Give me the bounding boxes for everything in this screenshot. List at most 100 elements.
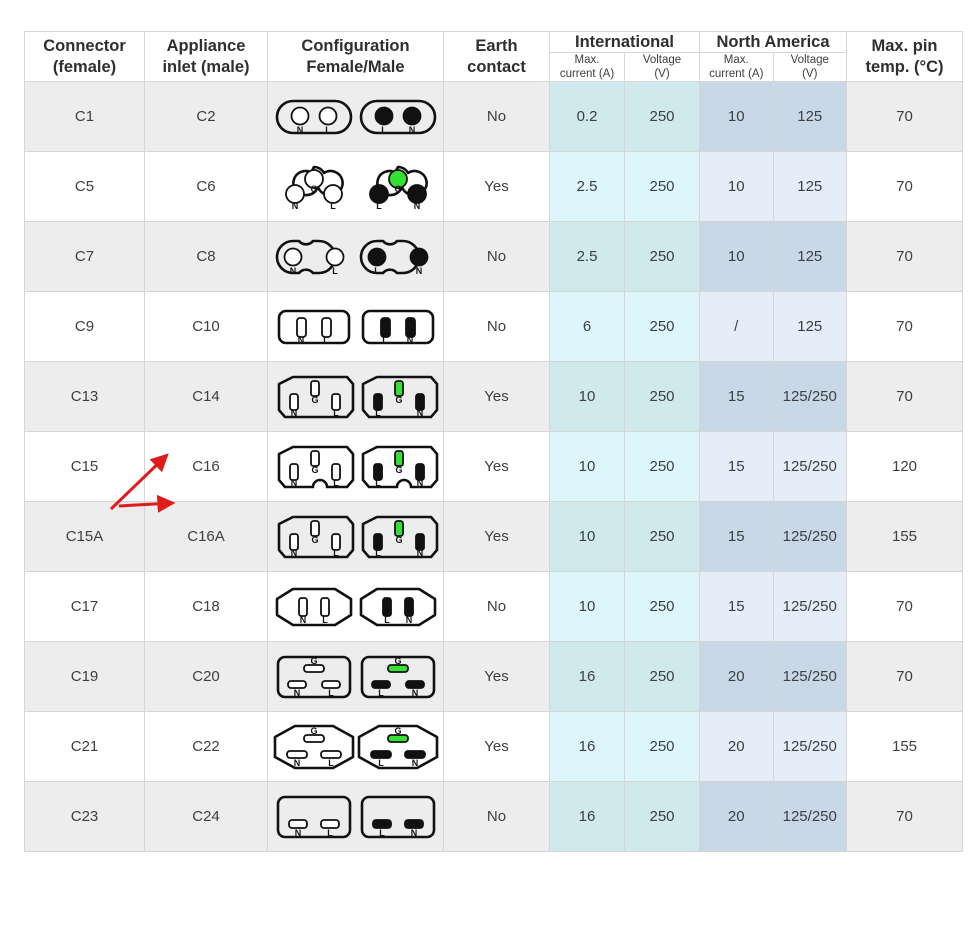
connector-glyph-male: G L N xyxy=(361,445,438,488)
col-header-earth-line2: contact xyxy=(467,57,526,76)
cell-earth-contact: No xyxy=(443,571,550,643)
intl-voltage-line2: (V) xyxy=(654,68,670,81)
cell-configuration: G N L G L N xyxy=(267,151,444,223)
svg-text:L: L xyxy=(333,478,339,488)
cell-na-voltage: 125 xyxy=(772,151,847,223)
cell-intl-voltage: 250 xyxy=(624,571,700,643)
na-max-current-line1: Max. xyxy=(723,54,749,67)
cell-connector: C17 xyxy=(24,571,145,643)
svg-text:N: N xyxy=(411,758,418,768)
cell-connector: C15 xyxy=(24,431,145,503)
cell-configuration: G N L G L N xyxy=(267,711,444,783)
cell-intl-max-current: 10 xyxy=(549,501,625,573)
svg-text:N: N xyxy=(416,548,423,558)
col-header-maxpin-line2: temp. (°C) xyxy=(865,57,944,76)
col-header-configuration-line1: Configuration xyxy=(301,37,410,56)
cell-intl-voltage: 250 xyxy=(624,641,700,713)
svg-text:L: L xyxy=(333,548,339,558)
na-max-current-line2: current (A) xyxy=(709,68,764,81)
table-row: C19 C20 G N L G L N Yes 16 250 20 125/250 70 xyxy=(24,641,963,713)
svg-text:N: N xyxy=(416,478,423,488)
cell-max-pin-temp: 70 xyxy=(846,781,963,853)
cell-na-max-current: 10 xyxy=(699,81,774,153)
intl-voltage-line1: Voltage xyxy=(642,54,682,67)
svg-text:L: L xyxy=(375,408,381,418)
svg-text:N: N xyxy=(408,125,415,135)
cell-configuration: NL LN xyxy=(267,781,444,853)
cell-intl-voltage: 250 xyxy=(624,781,700,853)
connector-glyph-male: G L N xyxy=(357,724,438,769)
svg-text:L: L xyxy=(379,828,385,838)
svg-text:N: N xyxy=(293,688,300,698)
svg-text:N: N xyxy=(299,615,306,625)
svg-text:G: G xyxy=(310,184,317,194)
svg-text:G: G xyxy=(311,395,318,405)
connector-glyph-male: G L N xyxy=(361,375,438,418)
svg-text:G: G xyxy=(310,656,317,666)
cell-intl-max-current: 2.5 xyxy=(549,221,625,293)
svg-text:G: G xyxy=(394,184,401,194)
col-header-earth-contact: Earth contact xyxy=(443,30,550,83)
svg-text:L: L xyxy=(375,478,381,488)
cell-configuration: G N L G L N xyxy=(267,431,444,503)
svg-text:L: L xyxy=(323,335,329,345)
col-header-configuration: Configuration Female/Male xyxy=(267,30,444,83)
cell-inlet: C24 xyxy=(144,781,268,853)
table-row: C15A C16A G N L G L N Yes 10 250 15 125/250 155 xyxy=(24,501,963,573)
cell-earth-contact: Yes xyxy=(443,501,550,573)
cell-configuration: N L LN xyxy=(267,81,444,153)
connector-glyph-female: NL xyxy=(277,309,350,345)
col-header-earth-line1: Earth xyxy=(475,37,518,56)
cell-na-max-current: 20 xyxy=(699,641,774,713)
cell-earth-contact: No xyxy=(443,291,550,363)
table-row: C23 C24 NL L N No 16 250 20 125/250 70 xyxy=(24,781,963,853)
connector-glyph-male: LN xyxy=(359,239,428,276)
connector-glyph-female: G N L xyxy=(276,655,351,698)
col-header-na-voltage: Voltage (V) xyxy=(772,52,847,83)
cell-connector: C5 xyxy=(24,151,145,223)
cell-inlet: C16A xyxy=(144,501,268,573)
col-header-intl-voltage: Voltage (V) xyxy=(624,52,700,83)
connector-glyph-male: LN xyxy=(361,309,434,345)
cell-inlet: C16 xyxy=(144,431,268,503)
cell-max-pin-temp: 155 xyxy=(846,711,963,783)
connector-glyph-male: LN xyxy=(359,99,436,135)
svg-text:G: G xyxy=(395,535,402,545)
cell-na-max-current: 15 xyxy=(699,501,774,573)
svg-text:L: L xyxy=(376,201,382,211)
svg-text:N: N xyxy=(405,615,412,625)
svg-text:L: L xyxy=(381,125,387,135)
cell-earth-contact: No xyxy=(443,81,550,153)
cell-configuration: NL LN xyxy=(267,291,444,363)
svg-text:N: N xyxy=(411,688,418,698)
svg-text:N: N xyxy=(416,408,423,418)
cell-na-max-current: 15 xyxy=(699,361,774,433)
table-row: C9 C10 NL L N No 6 250/125 70 xyxy=(24,291,963,363)
cell-intl-max-current: 6 xyxy=(549,291,625,363)
col-header-connector-line2: (female) xyxy=(52,57,117,76)
col-header-north-america: North America xyxy=(699,30,847,54)
cell-na-voltage: 125 xyxy=(772,221,847,293)
cell-intl-voltage: 250 xyxy=(624,291,700,363)
svg-text:N: N xyxy=(413,201,420,211)
header-row-1: Connector (female) Appliance inlet (male… xyxy=(24,30,963,83)
col-header-na-max-current: Max. current (A) xyxy=(699,52,774,83)
col-header-connector: Connector (female) xyxy=(24,30,145,83)
table-body: C1 C2 NL L N No 0.2 250 10 125 70 C5 C6 GNL G L N Yes… xyxy=(24,81,963,853)
svg-text:N: N xyxy=(297,335,304,345)
svg-text:L: L xyxy=(384,615,390,625)
connector-glyph-male: G L N xyxy=(368,165,428,211)
col-header-inlet-line1: Appliance xyxy=(166,37,246,56)
col-header-inlet: Appliance inlet (male) xyxy=(144,30,268,83)
cell-intl-max-current: 2.5 xyxy=(549,151,625,223)
svg-text:N: N xyxy=(291,201,298,211)
cell-intl-voltage: 250 xyxy=(624,221,700,293)
cell-max-pin-temp: 155 xyxy=(846,501,963,573)
svg-text:G: G xyxy=(394,726,401,736)
cell-configuration: G N L G L N xyxy=(267,361,444,433)
svg-text:G: G xyxy=(394,656,401,666)
svg-text:N: N xyxy=(293,758,300,768)
cell-na-voltage: 125/250 xyxy=(772,711,847,783)
table-row: C21 C22 G N L G L N Yes 16 250 20 125/250 155 xyxy=(24,711,963,783)
svg-text:N: N xyxy=(410,828,417,838)
